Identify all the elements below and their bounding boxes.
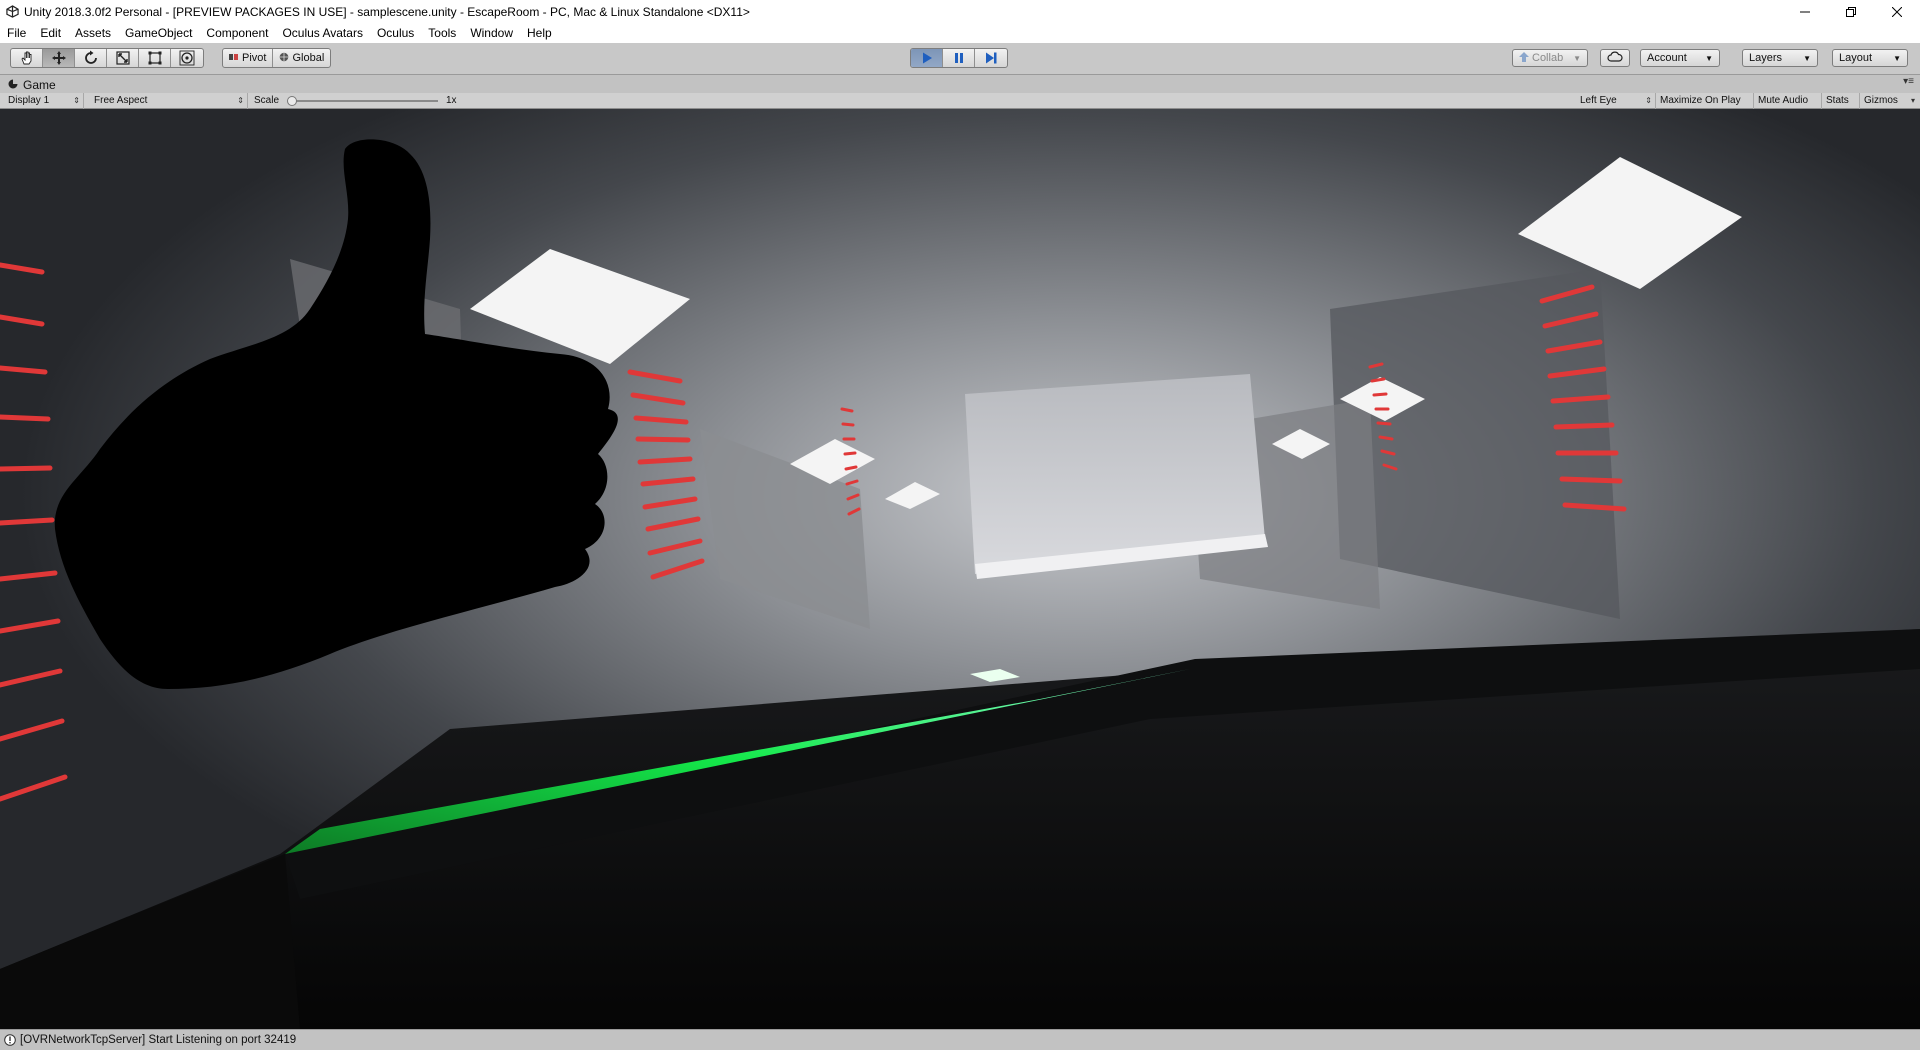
layout-dropdown[interactable]: Layout ▼ <box>1832 49 1908 67</box>
stats-toggle[interactable]: Stats <box>1822 93 1860 109</box>
scale-icon[interactable] <box>107 49 139 67</box>
maximize-on-play-toggle[interactable]: Maximize On Play <box>1656 93 1754 109</box>
pivot-label: Pivot <box>242 52 267 64</box>
game-controller-icon <box>8 78 18 92</box>
account-label: Account <box>1647 52 1687 64</box>
game-view-controls: Display 1 ⇕ Free Aspect ⇕ Scale 1x Left … <box>0 93 1920 109</box>
menu-tools[interactable]: Tools <box>421 23 463 43</box>
main-toolbar: Pivot Global Collab ▼ Account ▼ Layers ▼… <box>0 43 1920 75</box>
collab-icon <box>1519 51 1529 65</box>
chevron-down-icon: ▼ <box>1803 53 1811 63</box>
global-label: Global <box>292 52 325 64</box>
display-label: Display 1 <box>8 95 50 106</box>
play-icon[interactable] <box>911 49 943 67</box>
aspect-label: Free Aspect <box>94 95 148 106</box>
status-bar[interactable]: [OVRNetworkTcpServer] Start Listening on… <box>0 1029 1920 1050</box>
hand-icon[interactable] <box>11 49 43 67</box>
tab-game-label: Game <box>23 77 56 92</box>
chevron-down-icon: ▼ <box>1573 53 1581 63</box>
updown-icon: ⇕ <box>73 96 80 105</box>
window-title: Unity 2018.3.0f2 Personal - [PREVIEW PAC… <box>24 4 750 19</box>
menu-component[interactable]: Component <box>199 23 275 43</box>
unity-logo-icon <box>4 4 20 20</box>
window-title-bar: Unity 2018.3.0f2 Personal - [PREVIEW PAC… <box>0 0 1920 23</box>
transform-icon[interactable] <box>171 49 203 67</box>
layers-label: Layers <box>1749 52 1783 64</box>
tab-game[interactable]: Game <box>0 78 56 92</box>
cloud-button[interactable] <box>1600 49 1630 67</box>
menu-bar: File Edit Assets GameObject Component Oc… <box>0 23 1920 43</box>
scale-value: 1x <box>446 95 457 106</box>
panel-menu-icon[interactable]: ▾≡ <box>1903 76 1914 87</box>
cloud-icon <box>1607 51 1623 65</box>
global-button[interactable]: Global <box>273 49 330 67</box>
menu-help[interactable]: Help <box>520 23 559 43</box>
status-message: [OVRNetworkTcpServer] Start Listening on… <box>20 1034 297 1046</box>
account-dropdown[interactable]: Account ▼ <box>1640 49 1720 67</box>
game-panel-tabbar: Game ▾≡ <box>0 76 1920 93</box>
scene-render <box>0 109 1920 1029</box>
rect-icon[interactable] <box>139 49 171 67</box>
step-icon[interactable] <box>975 49 1007 67</box>
back-screen <box>965 374 1268 579</box>
transform-tools <box>10 48 204 68</box>
menu-oculus[interactable]: Oculus <box>370 23 421 43</box>
menu-oculus-avatars[interactable]: Oculus Avatars <box>275 23 369 43</box>
scale-slider-track[interactable] <box>292 100 438 102</box>
eye-dropdown[interactable]: Left Eye ⇕ <box>1576 93 1656 109</box>
display-dropdown[interactable]: Display 1 ⇕ <box>4 93 84 109</box>
rotate-icon[interactable] <box>75 49 107 67</box>
close-icon[interactable] <box>1874 0 1920 23</box>
chevron-down-icon: ▾ <box>1910 96 1915 105</box>
menu-window[interactable]: Window <box>463 23 520 43</box>
globe-icon <box>279 52 289 65</box>
chevron-down-icon: ▼ <box>1893 53 1901 63</box>
eye-label: Left Eye <box>1580 95 1617 106</box>
aspect-dropdown[interactable]: Free Aspect ⇕ <box>90 93 248 109</box>
gizmos-label: Gizmos <box>1864 95 1898 106</box>
menu-assets[interactable]: Assets <box>68 23 118 43</box>
menu-edit[interactable]: Edit <box>33 23 68 43</box>
layout-label: Layout <box>1839 52 1873 64</box>
collab-dropdown[interactable]: Collab ▼ <box>1512 49 1588 67</box>
collab-label: Collab <box>1532 52 1564 64</box>
updown-icon: ⇕ <box>1645 96 1652 105</box>
game-viewport[interactable] <box>0 109 1920 1029</box>
pivot-button[interactable]: Pivot <box>223 49 274 67</box>
minimize-icon[interactable] <box>1782 0 1828 23</box>
scale-label: Scale <box>254 95 280 106</box>
mute-audio-toggle[interactable]: Mute Audio <box>1754 93 1822 109</box>
pause-icon[interactable] <box>943 49 975 67</box>
info-icon <box>4 1034 16 1046</box>
pivot-icon <box>229 52 239 65</box>
move-icon[interactable] <box>43 49 75 67</box>
restore-icon[interactable] <box>1828 0 1874 23</box>
updown-icon: ⇕ <box>237 96 244 105</box>
menu-file[interactable]: File <box>0 23 33 43</box>
menu-gameobject[interactable]: GameObject <box>118 23 199 43</box>
handle-toggles: Pivot Global <box>222 48 332 68</box>
gizmos-dropdown[interactable]: Gizmos ▾ <box>1860 93 1918 109</box>
scale-slider-thumb[interactable] <box>287 96 297 106</box>
chevron-down-icon: ▼ <box>1705 53 1713 63</box>
play-controls <box>910 48 1008 68</box>
layers-dropdown[interactable]: Layers ▼ <box>1742 49 1818 67</box>
